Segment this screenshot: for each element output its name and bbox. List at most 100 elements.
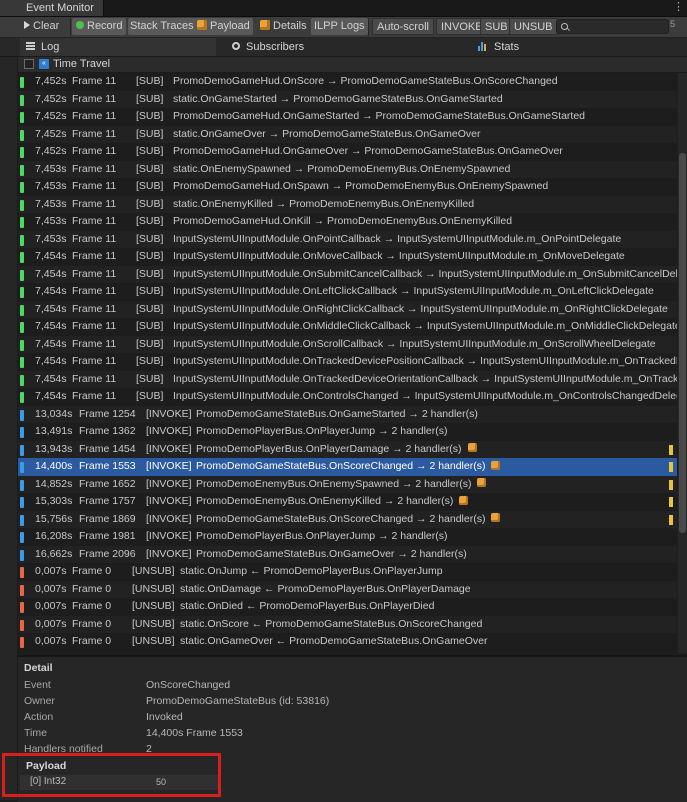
log-frame: Frame 11 bbox=[72, 355, 117, 367]
event-type-indicator bbox=[20, 199, 24, 211]
log-time: 7,454s bbox=[35, 337, 67, 350]
payload-marker bbox=[669, 497, 673, 507]
log-frame: Frame 11 bbox=[72, 390, 117, 402]
log-row[interactable]: 7,452s Frame 11 [SUB] PromoDemoGameHud.OnGa… bbox=[18, 108, 677, 126]
log-row[interactable]: 0,007s Frame 0 [UNSUB] static.OnDamage ← Pr… bbox=[18, 580, 677, 598]
tab-log[interactable]: Log bbox=[20, 38, 216, 56]
log-row[interactable]: 0,007s Frame 0 [UNSUB] static.OnJump ← Prom… bbox=[18, 563, 677, 581]
record-toggle[interactable]: Record bbox=[72, 18, 127, 35]
ilpp-logs-toggle[interactable]: ILPP Logs bbox=[311, 18, 368, 35]
log-row[interactable]: 7,452s Frame 11 [SUB] PromoDemoGameHud.OnSc… bbox=[18, 73, 677, 91]
log-message-text: InputSystemUIInputModule.OnSubmitCancelC… bbox=[173, 267, 677, 280]
log-message-text: PromoDemoEnemyBus.OnEnemySpawned → 2 han… bbox=[196, 477, 472, 490]
log-message-text: PromoDemoGameStateBus.OnGameStarted → 2 … bbox=[196, 407, 478, 420]
search-input[interactable] bbox=[571, 20, 665, 33]
log-tag: [INVOKE] bbox=[146, 407, 192, 420]
details-toggle[interactable]: Details bbox=[257, 18, 310, 35]
log-row[interactable]: 14,852s Frame 1652 [INVOKE] PromoDemoEnemyB… bbox=[18, 475, 677, 493]
payload-toggle[interactable]: Payload bbox=[194, 18, 253, 35]
log-message-text: static.OnDied ← PromoDemoPlayerBus.OnPla… bbox=[180, 600, 435, 612]
filter-unsub-toggle[interactable]: UNSUB bbox=[509, 18, 558, 35]
log-time: 7,452s bbox=[35, 145, 67, 157]
log-message-text: PromoDemoGameStateBus.OnGameOver → 2 han… bbox=[196, 547, 467, 560]
log-row[interactable]: 13,943s Frame 1454 [INVOKE] PromoDemoPlayer… bbox=[18, 440, 677, 458]
log-row[interactable]: 15,756s Frame 1869 [INVOKE] PromoDemoGameSt… bbox=[18, 510, 677, 528]
log-row[interactable]: 7,454s Frame 11 [SUB] InputSystemUIInputMod… bbox=[18, 300, 677, 319]
log-row[interactable]: 7,452s Frame 11 [SUB] static.OnGameStarted … bbox=[18, 90, 677, 108]
log-message-text: PromoDemoGameHud.OnGameStarted → PromoDe… bbox=[173, 110, 586, 122]
log-scrollbar[interactable] bbox=[678, 73, 687, 653]
log-row[interactable]: 7,453s Frame 11 [SUB] InputSystemUIInputMod… bbox=[18, 230, 677, 248]
log-row[interactable]: 15,303s Frame 1757 [INVOKE] PromoDemoEnemyB… bbox=[18, 493, 677, 511]
event-type-indicator bbox=[20, 129, 24, 141]
log-time: 15,756s bbox=[35, 512, 73, 525]
payload-icon bbox=[477, 478, 487, 488]
log-row[interactable]: 7,453s Frame 11 [SUB] static.OnEnemySpawned… bbox=[18, 160, 677, 178]
log-message: InputSystemUIInputModule.OnMiddleClickCa… bbox=[173, 318, 677, 336]
log-tag: [INVOKE] bbox=[146, 425, 192, 437]
log-row[interactable]: 7,452s Frame 11 [SUB] static.OnGameOver → P… bbox=[18, 125, 677, 143]
scrollbar-thumb[interactable] bbox=[679, 153, 686, 533]
log-time: 7,454s bbox=[35, 302, 67, 315]
log-tag: [UNSUB] bbox=[132, 617, 175, 630]
stack-traces-toggle[interactable]: Stack Traces bbox=[128, 18, 196, 35]
log-row[interactable]: 13,034s Frame 1254 [INVOKE] PromoDemoGameSt… bbox=[18, 405, 677, 423]
log-frame: Frame 1454 bbox=[79, 442, 136, 455]
log-time: 14,852s bbox=[35, 477, 73, 490]
log-time: 7,452s bbox=[35, 127, 67, 140]
log-message-text: InputSystemUIInputModule.OnLeftClickCall… bbox=[173, 285, 654, 297]
log-row[interactable]: 7,454s Frame 11 [SUB] InputSystemUIInputMod… bbox=[18, 265, 677, 284]
payload-icon bbox=[459, 495, 469, 505]
log-row[interactable]: 0,007s Frame 0 [UNSUB] static.OnScore ← Pro… bbox=[18, 615, 677, 633]
log-time: 0,007s bbox=[35, 635, 67, 647]
log-row[interactable]: 13,491s Frame 1362 [INVOKE] PromoDemoPlayer… bbox=[18, 423, 677, 441]
tab-subscribers[interactable]: Subscribers bbox=[230, 38, 304, 56]
log-row[interactable]: 7,453s Frame 11 [SUB] PromoDemoGameHud.OnKi… bbox=[18, 213, 677, 231]
toolbar: Clear Record Stack Traces Payload Detail… bbox=[0, 17, 687, 38]
filter-sub-toggle[interactable]: SUB bbox=[480, 18, 513, 35]
log-tag: [SUB] bbox=[136, 285, 164, 297]
log-row[interactable]: 7,454s Frame 11 [SUB] InputSystemUIInputMod… bbox=[18, 318, 677, 336]
log-row[interactable]: 7,453s Frame 11 [SUB] static.OnEnemyKilled … bbox=[18, 195, 677, 213]
tab-stats[interactable]: Stats bbox=[478, 38, 519, 56]
time-travel-checkbox[interactable] bbox=[24, 59, 34, 69]
event-log-list[interactable]: 7,452s Frame 11 [SUB] PromoDemoGameHud.OnSc… bbox=[18, 73, 677, 653]
event-type-indicator bbox=[20, 532, 24, 543]
log-row[interactable]: 7,454s Frame 11 [SUB] InputSystemUIInputMod… bbox=[18, 283, 677, 301]
auto-scroll-toggle[interactable]: Auto-scroll bbox=[372, 18, 434, 35]
more-menu-icon[interactable]: ⋮ bbox=[673, 0, 684, 16]
log-frame: Frame 11 bbox=[72, 162, 117, 175]
log-row[interactable]: 7,454s Frame 11 [SUB] InputSystemUIInputMod… bbox=[18, 353, 677, 371]
log-row[interactable]: 7,454s Frame 11 [SUB] InputSystemUIInputMod… bbox=[18, 335, 677, 353]
event-type-indicator bbox=[20, 322, 24, 333]
clear-button[interactable]: Clear bbox=[24, 18, 59, 35]
log-message-text: InputSystemUIInputModule.OnTrackedDevice… bbox=[173, 372, 677, 385]
log-message: PromoDemoGameStateBus.OnScoreChanged → 2… bbox=[196, 458, 501, 476]
log-time: 0,007s bbox=[35, 565, 67, 577]
payload-marker bbox=[669, 444, 673, 455]
log-row[interactable]: 7,452s Frame 11 [SUB] PromoDemoGameHud.OnGa… bbox=[18, 143, 677, 161]
log-frame: Frame 1553 bbox=[79, 460, 136, 472]
log-row[interactable]: 7,453s Frame 11 [SUB] PromoDemoGameHud.OnSp… bbox=[18, 178, 677, 196]
search-field[interactable] bbox=[556, 19, 669, 34]
log-row[interactable]: 16,208s Frame 1981 [INVOKE] PromoDemoPlayer… bbox=[18, 528, 677, 546]
event-type-indicator bbox=[20, 392, 24, 403]
left-gutter bbox=[0, 57, 18, 800]
log-row[interactable]: 7,454s Frame 11 [SUB] InputSystemUIInputMod… bbox=[18, 388, 677, 406]
log-time: 7,454s bbox=[35, 320, 67, 332]
log-row[interactable]: 16,662s Frame 2096 [INVOKE] PromoDemoGameSt… bbox=[18, 545, 677, 563]
log-row[interactable]: 7,454s Frame 11 [SUB] InputSystemUIInputMod… bbox=[18, 248, 677, 266]
log-message-text: PromoDemoPlayerBus.OnPlayerDamage → 2 ha… bbox=[196, 442, 462, 455]
log-row[interactable]: 7,454s Frame 11 [SUB] InputSystemUIInputMod… bbox=[18, 370, 677, 388]
log-tag: [SUB] bbox=[136, 162, 164, 175]
view-tabs: Log Subscribers Stats bbox=[0, 38, 687, 57]
window-tab[interactable]: Event Monitor bbox=[0, 0, 104, 16]
log-message: InputSystemUIInputModule.OnSubmitCancelC… bbox=[173, 266, 677, 284]
log-row[interactable]: 0,007s Frame 0 [UNSUB] static.OnDied ← Prom… bbox=[18, 598, 677, 616]
log-message: InputSystemUIInputModule.OnRightClickCal… bbox=[173, 301, 668, 319]
event-type-indicator bbox=[20, 182, 24, 193]
play-icon bbox=[24, 21, 30, 30]
log-row[interactable]: 14,400s Frame 1553 [INVOKE] PromoDemoGameSt… bbox=[18, 458, 677, 476]
log-frame: Frame 0 bbox=[72, 565, 112, 577]
log-row[interactable]: 0,007s Frame 0 [UNSUB] static.OnGameOver ← … bbox=[18, 633, 677, 651]
